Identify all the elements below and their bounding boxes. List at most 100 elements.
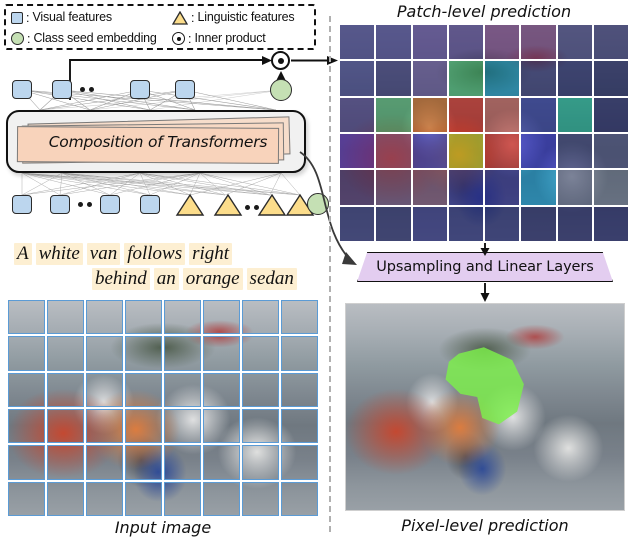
heatmap-tint xyxy=(376,25,411,60)
word-token: white xyxy=(35,243,83,265)
heatmap-tint xyxy=(412,170,447,205)
legend-label-linguistic: Linguistic features xyxy=(197,10,295,25)
word-token: van xyxy=(86,243,121,265)
sentence-line-2: behind an orange sedan xyxy=(92,268,297,290)
input-patch xyxy=(281,336,318,371)
legend-item-class-seed: : Class seed embedding xyxy=(11,29,157,48)
input-patch xyxy=(281,300,318,335)
input-patch xyxy=(125,300,162,335)
triangle-icon xyxy=(172,10,188,25)
legend-item-visual-features: : Visual features xyxy=(11,8,112,27)
prediction-patch xyxy=(340,170,375,205)
input-patch xyxy=(8,300,45,335)
heatmap-tint xyxy=(557,206,592,241)
input-patch xyxy=(164,300,201,335)
prediction-patch xyxy=(557,61,592,96)
prediction-patch xyxy=(412,97,447,132)
input-patch xyxy=(86,445,123,480)
word-token: an xyxy=(153,268,179,290)
prediction-patch xyxy=(376,170,411,205)
heatmap-tint xyxy=(448,97,483,132)
square-icon xyxy=(11,11,23,24)
prediction-patch xyxy=(593,206,628,241)
prediction-patch xyxy=(448,170,483,205)
prediction-patch xyxy=(412,170,447,205)
patch-prediction-grid xyxy=(340,25,628,241)
heatmap-tint xyxy=(485,133,520,169)
heatmap-tint xyxy=(412,61,447,96)
legend-box: : Visual features : Linguistic features … xyxy=(4,4,316,50)
input-patch xyxy=(203,336,240,371)
input-patch xyxy=(125,372,162,407)
input-patch xyxy=(281,408,318,444)
legend-item-linguistic-features: : Linguistic features xyxy=(172,8,295,27)
input-patch xyxy=(8,336,45,371)
heatmap-tint xyxy=(593,206,628,241)
input-patch xyxy=(8,481,45,516)
input-patch xyxy=(86,481,123,516)
heatmap-tint xyxy=(557,170,592,205)
word-token: right xyxy=(189,243,233,265)
input-patch xyxy=(203,408,240,444)
heatmap-tint xyxy=(340,25,375,60)
input-patch xyxy=(242,300,279,335)
input-patch xyxy=(86,300,123,335)
prediction-patch xyxy=(376,25,411,60)
prediction-patch xyxy=(593,61,628,96)
heatmap-tint xyxy=(448,25,483,60)
prediction-patch xyxy=(485,97,520,132)
heatmap-tint xyxy=(521,97,556,132)
legend-label-visual: Visual features xyxy=(32,10,112,25)
input-patch xyxy=(86,336,123,371)
legend-separator: : xyxy=(191,10,195,25)
input-patch xyxy=(281,445,318,480)
input-grid xyxy=(8,300,318,516)
heatmap-tint xyxy=(376,206,411,241)
heatmap-tint xyxy=(448,61,483,96)
heatmap-tint xyxy=(485,170,520,205)
word-token: orange xyxy=(182,268,243,290)
heatmap-tint xyxy=(593,170,628,205)
legend-separator: : xyxy=(26,10,30,25)
input-patch xyxy=(47,408,84,444)
prediction-patch xyxy=(593,133,628,169)
input-patch xyxy=(8,408,45,444)
heatmap-tint xyxy=(557,61,592,96)
input-patch xyxy=(8,372,45,407)
legend-label-inner-product: Inner product xyxy=(194,31,266,46)
prediction-patch xyxy=(412,61,447,96)
input-patch xyxy=(47,336,84,371)
legend-separator: : xyxy=(27,31,31,46)
prediction-patch xyxy=(448,206,483,241)
prediction-patch xyxy=(485,25,520,60)
prediction-patch xyxy=(376,206,411,241)
word-token: behind xyxy=(92,268,150,290)
prediction-patch xyxy=(593,170,628,205)
prediction-patch xyxy=(521,25,556,60)
input-patch xyxy=(164,445,201,480)
heatmap-tint xyxy=(485,61,520,96)
prediction-patch xyxy=(485,170,520,205)
sentence-line-1: A white van follows right xyxy=(14,243,233,265)
prediction-patch xyxy=(593,25,628,60)
heatmap-tint xyxy=(376,97,411,132)
input-image-patch-grid xyxy=(8,300,318,516)
heatmap-tint xyxy=(557,25,592,60)
prediction-patch xyxy=(412,206,447,241)
segmentation-mask xyxy=(445,347,524,425)
prediction-patch xyxy=(340,97,375,132)
legend-item-inner-product: : Inner product xyxy=(172,29,266,48)
prediction-patch xyxy=(485,133,520,169)
input-patch xyxy=(125,408,162,444)
heatmap-tint xyxy=(412,206,447,241)
prediction-patch xyxy=(340,133,375,169)
model-diagram: Composition of Transformers xyxy=(0,51,357,265)
prediction-patch xyxy=(448,97,483,132)
input-patch xyxy=(242,481,279,516)
prediction-patch xyxy=(340,25,375,60)
prediction-patch xyxy=(521,206,556,241)
legend-label-class-seed: Class seed embedding xyxy=(33,31,157,46)
prediction-patch xyxy=(412,25,447,60)
input-patch xyxy=(164,408,201,444)
heatmap-tint xyxy=(557,97,592,132)
